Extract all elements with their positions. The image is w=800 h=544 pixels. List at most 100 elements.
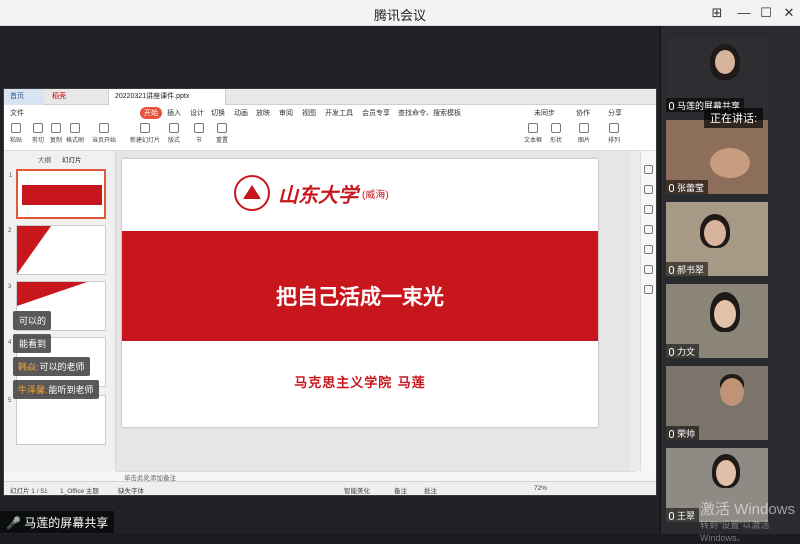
participant-name: 张蕾莹 (666, 180, 709, 194)
speaking-indicator: 正在讲话: (704, 108, 764, 128)
reset-icon (217, 123, 227, 133)
arrange-icon (609, 123, 619, 133)
share-button[interactable]: 分享 (608, 108, 622, 118)
participant-name: 郝书翠 (666, 262, 709, 276)
shape-tool-icon[interactable] (644, 185, 653, 194)
menu-review[interactable]: 审阅 (279, 108, 293, 118)
new-slide-button[interactable]: 新建幻灯片 (130, 123, 160, 144)
activation-watermark-sub: 转到"设置"以激活 Windows。 (700, 520, 770, 543)
notes-pane[interactable]: 单击此处添加备注 (116, 471, 636, 482)
menu-slideshow[interactable]: 放映 (256, 108, 270, 118)
settings-tool-icon[interactable] (644, 285, 653, 294)
format-painter-button[interactable]: 格式刷 (66, 123, 84, 144)
collab-button[interactable]: 协作 (576, 108, 590, 118)
university-logo-icon (234, 175, 270, 211)
shape-label: 形状 (550, 138, 563, 144)
arrange-label: 排列 (608, 138, 621, 144)
minimize-button[interactable]: — (733, 3, 755, 23)
slide-thumbnail[interactable]: 1 (9, 169, 106, 219)
menu-view[interactable]: 视图 (302, 108, 316, 118)
smart-beautify-button[interactable]: 智能美化 (344, 485, 370, 495)
participant-tile[interactable]: 马莲的屏幕共享 (666, 38, 768, 112)
new-slide-icon (140, 123, 150, 133)
paste-label: 粘贴 (10, 138, 23, 144)
textbox-label: 文本框 (524, 138, 543, 144)
shape-button[interactable]: 形状 (550, 123, 562, 144)
zoom-level[interactable]: 72% (534, 485, 547, 492)
brush-icon (70, 123, 80, 133)
vertical-scrollbar[interactable] (630, 151, 640, 471)
chat-message: 韩焱:可以的老师 (13, 357, 90, 376)
tab-outline[interactable]: 大纲 (38, 154, 51, 164)
reset-label: 重置 (216, 138, 229, 144)
avatar-face (720, 378, 744, 406)
star-tool-icon[interactable] (644, 205, 653, 214)
menu-animation[interactable]: 动画 (234, 108, 248, 118)
menu-member[interactable]: 会员专享 (362, 108, 390, 118)
textbox-button[interactable]: 文本框 (524, 123, 542, 144)
object-tool-icon[interactable] (644, 225, 653, 234)
slide-title: 把自己活成一束光 (276, 285, 444, 309)
theme-name: 1_Office 主题 (60, 488, 99, 495)
slide-thumbnail[interactable]: 5 (8, 395, 106, 445)
format-painter-label: 格式刷 (66, 138, 85, 144)
slide-counter: 幻灯片 1 / 51 (10, 488, 48, 495)
notes-toggle[interactable]: 备注 (394, 485, 407, 495)
university-name: 山东大学 (278, 183, 358, 207)
slide-author: 马克思主义学院 马莲 (294, 376, 426, 391)
menu-insert[interactable]: 插入 (167, 108, 181, 118)
tab-slides[interactable]: 幻灯片 (62, 154, 82, 164)
menu-devtools[interactable]: 开发工具 (325, 108, 353, 118)
participant-tile[interactable]: 郝书翠 (666, 202, 768, 276)
menu-transition[interactable]: 切换 (211, 108, 225, 118)
shape-icon (551, 123, 561, 133)
cut-button[interactable]: 剪切 (32, 123, 44, 144)
play-label: 当页开始 (92, 138, 117, 144)
arrange-button[interactable]: 排列 (608, 123, 620, 144)
menu-design[interactable]: 设计 (190, 108, 204, 118)
avatar-face (715, 50, 735, 74)
current-slide[interactable]: 山东大学 (威海) 把自己活成一束光 马克思主义学院 马莲 (122, 159, 598, 427)
paste-button[interactable]: 粘贴 (10, 123, 22, 144)
help-tool-icon[interactable] (644, 245, 653, 254)
comment-toggle[interactable]: 批注 (424, 485, 437, 495)
layout-button[interactable]: 版式 (168, 123, 180, 144)
campus-name: (威海) (362, 190, 389, 201)
thumb-band (22, 185, 102, 205)
tab-docer[interactable]: 稻壳 (46, 89, 104, 105)
menu-file[interactable]: 文件 (10, 108, 24, 118)
participant-tile[interactable]: 荣帅 (666, 366, 768, 440)
copy-button[interactable]: 复制 (50, 123, 62, 144)
share-owner: 马莲的屏幕共享 (24, 516, 109, 530)
right-tool-strip (640, 151, 656, 471)
link-tool-icon[interactable] (644, 265, 653, 274)
paste-icon (11, 123, 21, 133)
missing-font-button[interactable]: 缺失字体 (118, 485, 144, 495)
picture-button[interactable]: 图片 (578, 123, 590, 144)
close-button[interactable]: ✕ (778, 3, 800, 23)
tab-file[interactable]: 20220321讲座课件.pptx (108, 89, 226, 105)
slide-editing-area[interactable]: 山东大学 (威海) 把自己活成一束光 马克思主义学院 马莲 (116, 151, 636, 471)
thumb-number: 1 (9, 173, 13, 179)
participant-tile[interactable]: 力文 (666, 284, 768, 358)
shared-screen: 首页 稻壳 20220321讲座课件.pptx 文件 开始 插入 设计 切换 动… (0, 26, 660, 534)
sync-status[interactable]: 未同步 (534, 108, 555, 118)
wps-presentation-window: 首页 稻壳 20220321讲座课件.pptx 文件 开始 插入 设计 切换 动… (3, 88, 657, 496)
thumb-shape (17, 226, 51, 274)
participant-tile[interactable]: 张蕾莹 (666, 120, 768, 194)
picture-label: 图片 (578, 138, 591, 144)
maximize-button[interactable]: ☐ (755, 3, 777, 23)
pin-button[interactable]: ⊞ (706, 3, 728, 23)
tab-home[interactable]: 首页 (4, 89, 44, 105)
animation-tool-icon[interactable] (644, 165, 653, 174)
layout-icon (169, 123, 179, 133)
section-button[interactable]: 节 (194, 123, 204, 144)
search-command[interactable]: 查找命令、搜索模板 (398, 108, 461, 118)
play-from-current-button[interactable]: 当页开始 (92, 123, 116, 144)
chat-text: 能听到老师 (48, 385, 94, 395)
menu-start[interactable]: 开始 (140, 107, 162, 119)
avatar-face (710, 148, 750, 178)
picture-icon (579, 123, 589, 133)
reset-button[interactable]: 重置 (216, 123, 228, 144)
slide-thumbnail[interactable]: 2 (8, 225, 106, 275)
